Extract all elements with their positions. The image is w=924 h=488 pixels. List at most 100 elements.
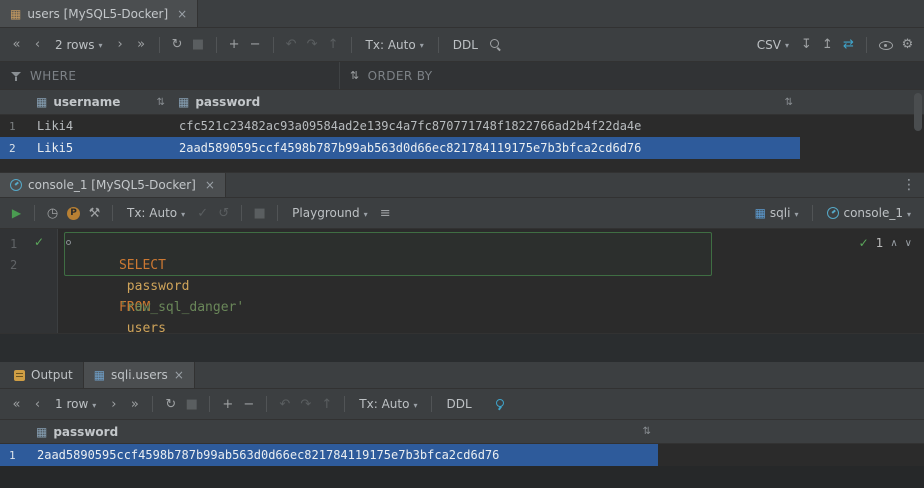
column-header-password[interactable]: ▦ password ⇅: [172, 90, 800, 114]
next-page-button[interactable]: ›: [111, 34, 130, 56]
close-tab-icon[interactable]: ×: [177, 7, 187, 21]
cell-username[interactable]: Liki4: [30, 119, 172, 133]
submit-button[interactable]: ↑: [317, 393, 336, 415]
next-result-icon[interactable]: ∨: [905, 238, 912, 249]
delete-row-button[interactable]: −: [246, 34, 265, 56]
tab-output[interactable]: Output: [4, 362, 83, 388]
stop-button[interactable]: ■: [189, 34, 208, 56]
order-by-filter-label: ORDER BY: [368, 69, 433, 83]
toolbar-separator: [34, 205, 35, 221]
playground-mode-dropdown[interactable]: Playground ▾: [286, 202, 374, 224]
export-data-button[interactable]: ↧: [797, 34, 816, 56]
export-format-label: CSV: [757, 38, 781, 52]
previous-page-button[interactable]: ‹: [28, 393, 47, 415]
order-by-filter-field[interactable]: ⇅ ORDER BY: [340, 62, 443, 89]
next-page-button[interactable]: ›: [104, 393, 123, 415]
console-settings-button[interactable]: ⚒: [85, 202, 104, 224]
toolbar-separator: [266, 396, 267, 412]
table-row-selected[interactable]: 2 Liki5 2aad5890595ccf4598b787b99ab563d0…: [0, 137, 800, 159]
sql-editor[interactable]: 1 2 ✓ SELECT password FROM users WHERE u…: [0, 229, 924, 333]
settings-button[interactable]: ⚙: [898, 34, 917, 56]
tx-mode-dropdown[interactable]: Tx: Auto ▾: [121, 202, 191, 224]
chevron-down-icon: ▾: [92, 401, 96, 410]
result-table-icon: ▦: [94, 368, 105, 382]
page-size-dropdown[interactable]: 2 rows ▾: [49, 34, 109, 56]
export-format-dropdown[interactable]: CSV ▾: [751, 34, 795, 56]
tab-users-table[interactable]: ▦ users [MySQL5-Docker] ×: [0, 0, 198, 27]
toolbar-separator: [209, 396, 210, 412]
redo-button[interactable]: ↷: [296, 393, 315, 415]
eye-icon: [878, 38, 893, 51]
cell-username[interactable]: Liki5: [30, 141, 172, 155]
more-options-icon[interactable]: ⋮: [894, 177, 924, 193]
close-tab-icon[interactable]: ×: [205, 178, 215, 192]
result-grid-header: ▦ password ⇅: [0, 420, 924, 444]
add-row-button[interactable]: +: [225, 34, 244, 56]
column-header-password-label: password: [195, 95, 260, 109]
cancel-query-button[interactable]: ■: [250, 202, 269, 224]
ddl-button[interactable]: DDL: [440, 393, 477, 415]
first-page-button[interactable]: «: [7, 34, 26, 56]
row-number: 2: [0, 142, 30, 155]
statement-success-icon: ✓: [34, 235, 44, 249]
chevron-down-icon: ▾: [99, 41, 103, 50]
cell-password[interactable]: cfc521c23482ac93a09584ad2e139c4a7fc87077…: [172, 119, 800, 133]
editor-tab-bar: ▦ users [MySQL5-Docker] ×: [0, 0, 924, 28]
column-header-username[interactable]: ▦ username ⇅: [30, 90, 172, 114]
column-header-username-label: username: [53, 95, 120, 109]
cell-password[interactable]: 2aad5890595ccf4598b787b99ab563d0d66ec821…: [30, 448, 658, 462]
add-row-button[interactable]: +: [218, 393, 237, 415]
cell-password[interactable]: 2aad5890595ccf4598b787b99ab563d0d66ec821…: [172, 141, 800, 155]
session-switcher-dropdown[interactable]: console_1 ▾: [821, 202, 917, 224]
sort-icon[interactable]: ⇅: [643, 426, 651, 437]
scrollbar-thumb[interactable]: [914, 93, 922, 131]
run-button[interactable]: ▶: [7, 202, 26, 224]
console-icon: [10, 179, 22, 191]
tx-mode-dropdown[interactable]: Tx: Auto ▾: [353, 393, 423, 415]
tab-console[interactable]: console_1 [MySQL5-Docker] ×: [0, 173, 226, 197]
toolbar-separator: [866, 37, 867, 53]
undo-button[interactable]: ↶: [275, 393, 294, 415]
previous-page-button[interactable]: ‹: [28, 34, 47, 56]
execution-plan-button[interactable]: P: [64, 202, 83, 224]
undo-button[interactable]: ↶: [282, 34, 301, 56]
tx-mode-dropdown[interactable]: Tx: Auto ▾: [360, 34, 430, 56]
result-row-selected[interactable]: 1 2aad5890595ccf4598b787b99ab563d0d66ec8…: [0, 444, 658, 466]
reload-button[interactable]: ↻: [168, 34, 187, 56]
first-page-button[interactable]: «: [7, 393, 26, 415]
tx-mode-label: Tx: Auto: [127, 206, 177, 220]
page-size-dropdown[interactable]: 1 row ▾: [49, 393, 102, 415]
stop-button[interactable]: ■: [182, 393, 201, 415]
commit-button[interactable]: ✓: [193, 202, 212, 224]
sort-icon[interactable]: ⇅: [157, 97, 165, 108]
ddl-button[interactable]: DDL: [447, 34, 484, 56]
redo-button[interactable]: ↷: [303, 34, 322, 56]
schema-label: sqli: [770, 206, 791, 220]
pin-tab-button[interactable]: [490, 393, 509, 415]
tab-result-sqli-users[interactable]: ▦ sqli.users ×: [83, 362, 195, 388]
previous-result-icon[interactable]: ∧: [890, 238, 897, 249]
schema-switcher-dropdown[interactable]: ▦ sqli ▾: [749, 202, 805, 224]
last-page-button[interactable]: »: [125, 393, 144, 415]
delete-row-button[interactable]: −: [239, 393, 258, 415]
compare-button[interactable]: ⇄: [839, 34, 858, 56]
view-options-button[interactable]: [875, 34, 896, 56]
submit-button[interactable]: ↑: [324, 34, 343, 56]
history-button[interactable]: ◷: [43, 202, 62, 224]
close-tab-icon[interactable]: ×: [174, 368, 184, 382]
column-header-password[interactable]: ▦ password ⇅: [30, 420, 658, 443]
rollback-button[interactable]: ↺: [214, 202, 233, 224]
page-size-label: 1 row: [55, 397, 88, 411]
reload-button[interactable]: ↻: [161, 393, 180, 415]
in-editor-results-toggle[interactable]: ≡: [376, 202, 395, 224]
import-data-button[interactable]: ↥: [818, 34, 837, 56]
toolbar-separator: [431, 396, 432, 412]
where-filter-field[interactable]: WHERE: [0, 62, 340, 89]
column-icon: ▦: [178, 95, 189, 109]
last-page-button[interactable]: »: [132, 34, 151, 56]
toolbar-separator: [241, 205, 242, 221]
tab-result-label: sqli.users: [111, 368, 168, 382]
search-button[interactable]: [486, 34, 505, 56]
sort-icon[interactable]: ⇅: [785, 97, 793, 108]
table-row[interactable]: 1 Liki4 cfc521c23482ac93a09584ad2e139c4a…: [0, 115, 800, 137]
